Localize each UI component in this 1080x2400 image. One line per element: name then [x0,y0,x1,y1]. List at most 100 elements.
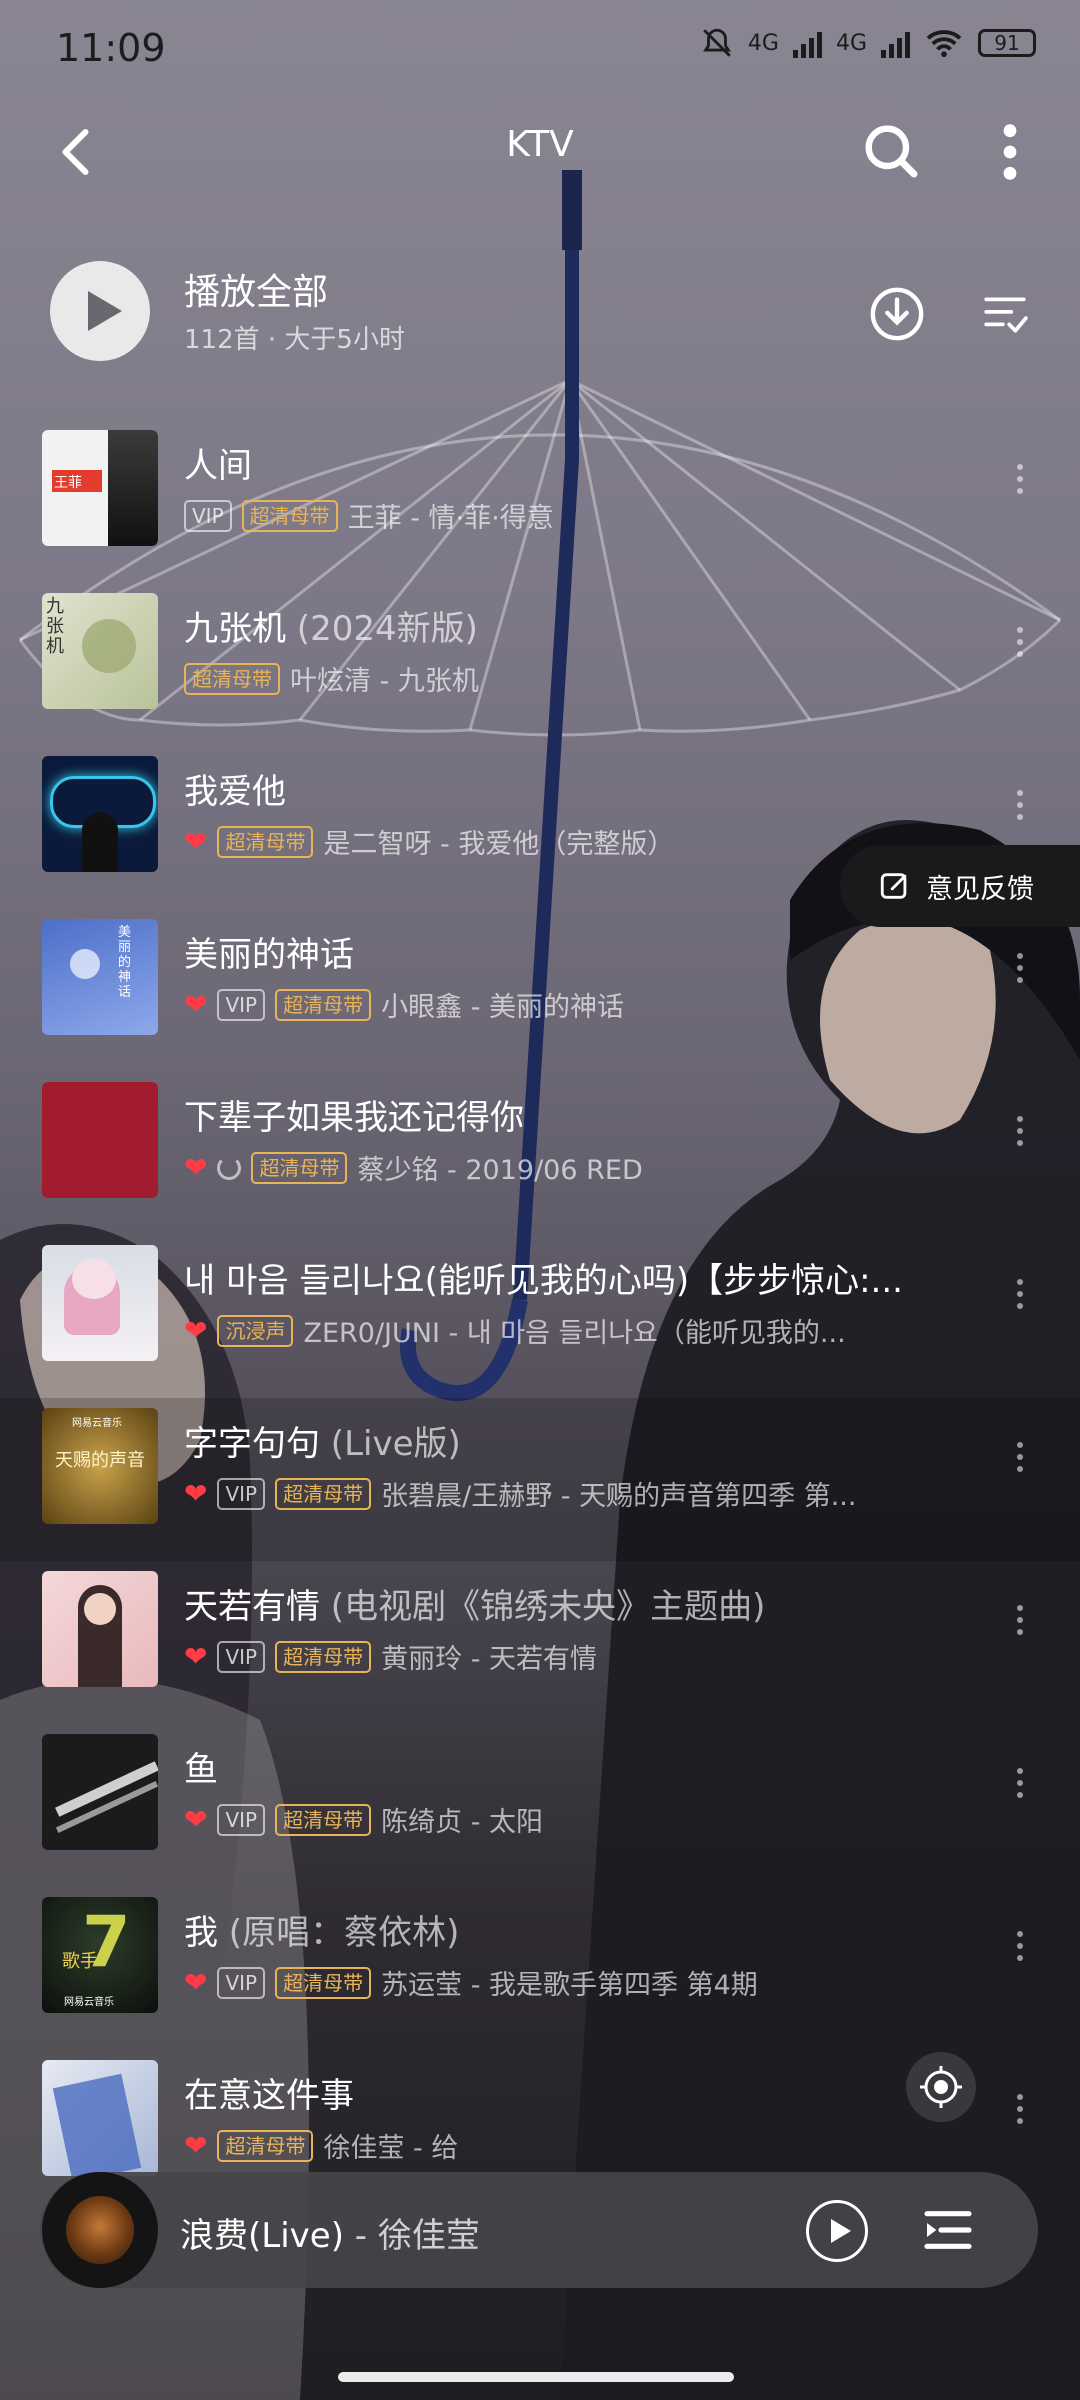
top-nav-bar: KTV [0,100,1080,200]
play-icon [831,2219,851,2243]
song-more-icon[interactable] [1010,1110,1030,1160]
song-artist-album: 徐佳莹 - 给 [323,2133,459,2164]
song-more-icon[interactable] [1010,458,1030,508]
song-more-icon[interactable] [1010,947,1030,997]
album-cover: 王菲 [42,430,158,546]
song-artist-album: 苏运莹 - 我是歌手第四季 第4期 [381,1970,758,2001]
network-type-1: 4G [747,30,779,56]
quality-badge: 超清母带 [241,499,338,532]
heart-icon[interactable]: ❤ [184,1968,207,1997]
song-title: 鱼 [184,1750,218,1790]
feedback-button[interactable]: 意见反馈 [840,845,1080,927]
song-artist-album: 黄丽玲 - 天若有情 [381,1644,598,1675]
quality-badge: 超清母带 [275,1640,372,1673]
heart-icon[interactable]: ❤ [184,1642,207,1671]
album-cover [42,1082,158,1198]
home-indicator[interactable] [338,2372,734,2382]
song-title: 人间 [184,446,252,486]
song-meta: ❤ VIP 超清母带 苏运莹 - 我是歌手第四季 第4期 [184,1963,758,2002]
song-row[interactable]: 7 歌手 网易云音乐 我 (原唱：蔡依林) ❤ VIP 超清母带 苏运莹 - 我… [0,1887,1080,2050]
album-cover-text: 美丽的神话 [118,925,132,1000]
heart-icon[interactable]: ❤ [184,827,207,856]
song-artist-album: ZER0/JUNI - 내 마음 들리나요（能听见我的... [303,1318,846,1349]
song-row[interactable]: 내 마음 들리나요(能听见我的心吗)【步步惊心:... ❤ 沉浸声 ZER0/J… [0,1235,1080,1398]
album-cover-brand: 网易云音乐 [72,1418,122,1429]
album-cover [42,2060,158,2176]
album-cover-text: 歌手 [62,1951,98,1972]
song-row[interactable]: 美丽的神话 美丽的神话 ❤ VIP 超清母带 小眼鑫 - 美丽的神话 [0,909,1080,1072]
mini-player[interactable]: 浪费(Live) - 徐佳莹 [40,2172,1038,2288]
song-artist-album: 陈绮贞 - 太阳 [381,1807,544,1838]
album-cover-brand: 网易云音乐 [64,1997,114,2008]
song-more-icon[interactable] [1010,2088,1030,2138]
quality-badge: 沉浸声 [217,1314,294,1347]
song-artist-album: 叶炫清 - 九张机 [290,666,479,697]
quality-badge: 超清母带 [275,1966,372,1999]
album-cover: 天赐的声音 网易云音乐 [42,1408,158,1524]
album-cover [42,1571,158,1687]
loading-spinner-icon [217,1155,242,1180]
song-row[interactable]: 天若有情 (电视剧《锦绣未央》主题曲) ❤ VIP 超清母带 黄丽玲 - 天若有… [0,1561,1080,1724]
album-cover [42,1245,158,1361]
album-cover-text: 王菲 [54,475,82,491]
song-artist-album: 是二智呀 - 我爱他（完整版） [323,829,675,860]
heart-icon[interactable]: ❤ [184,2131,207,2160]
signal-icon [792,28,822,58]
song-more-icon[interactable] [1010,1762,1030,1812]
edit-icon [880,873,907,899]
play-icon [88,291,122,331]
song-row[interactable]: 王菲 人间 VIP 超清母带 王菲 - 情·菲·得意 [0,420,1080,583]
vip-badge: VIP [217,1803,266,1836]
song-more-icon[interactable] [1010,784,1030,834]
download-icon[interactable] [868,285,926,343]
quality-badge: 超清母带 [217,825,314,858]
now-playing-cover [42,2172,158,2288]
song-meta: ❤ VIP 超清母带 黄丽玲 - 天若有情 [184,1637,597,1676]
song-row[interactable]: 鱼 ❤ VIP 超清母带 陈绮贞 - 太阳 [0,1724,1080,1887]
now-playing-title: 浪费(Live) [180,2216,344,2256]
heart-icon[interactable]: ❤ [184,990,207,1019]
song-more-icon[interactable] [1010,1925,1030,1975]
play-all-subtitle: 112首 · 大于5小时 [184,325,405,355]
song-more-icon[interactable] [1010,621,1030,671]
song-more-icon[interactable] [1010,1436,1030,1486]
status-bar: 11:09 4G 4G 91 [0,0,1080,100]
album-cover-text: 九张机 [46,596,64,657]
multi-select-icon[interactable] [980,289,1030,339]
mini-play-button[interactable] [806,2200,868,2262]
play-all-button[interactable] [50,261,150,361]
song-row[interactable]: 下辈子如果我还记得你 ❤ 超清母带 蔡少铭 - 2019/06 RED [0,1072,1080,1235]
song-meta: ❤ 超清母带 蔡少铭 - 2019/06 RED [184,1148,643,1187]
playlist-icon[interactable] [920,2202,976,2258]
heart-icon[interactable]: ❤ [184,1805,207,1834]
song-title: 내 마음 들리나요(能听见我的心吗)【步步惊心:... [184,1261,903,1301]
song-title: 天若有情 (电视剧《锦绣未央》主题曲) [184,1587,766,1627]
vip-badge: VIP [184,499,232,532]
song-meta: 超清母带 叶炫清 - 九张机 [184,659,479,698]
song-title: 字字句句 (Live版) [184,1424,461,1464]
vip-badge: VIP [217,1477,266,1510]
song-title: 我爱他 [184,772,286,812]
song-more-icon[interactable] [1010,1599,1030,1649]
quality-badge: 超清母带 [275,1477,372,1510]
song-row[interactable]: 九张机 九张机 (2024新版) 超清母带 叶炫清 - 九张机 [0,583,1080,746]
target-icon [920,2066,962,2108]
heart-icon[interactable]: ❤ [184,1153,207,1182]
more-vertical-icon[interactable] [990,120,1030,184]
vip-badge: VIP [217,1640,266,1673]
song-row-highlighted[interactable]: 天赐的声音 网易云音乐 字字句句 (Live版) ❤ VIP 超清母带 张碧晨/… [0,1398,1080,1561]
album-cover: 7 歌手 网易云音乐 [42,1897,158,2013]
heart-icon[interactable]: ❤ [184,1316,207,1345]
quality-badge: 超清母带 [275,1803,372,1836]
quality-badge: 超清母带 [275,988,372,1021]
album-cover [42,756,158,872]
search-icon[interactable] [858,118,922,182]
heart-icon[interactable]: ❤ [184,1479,207,1508]
status-time: 11:09 [56,26,166,70]
album-cover [42,1734,158,1850]
play-all-row[interactable]: 播放全部 112首 · 大于5小时 [0,255,1080,365]
song-more-icon[interactable] [1010,1273,1030,1323]
locate-current-button[interactable] [906,2052,976,2122]
album-cover-text: 天赐的声音 [55,1450,145,1471]
song-title: 九张机 (2024新版) [184,609,478,649]
